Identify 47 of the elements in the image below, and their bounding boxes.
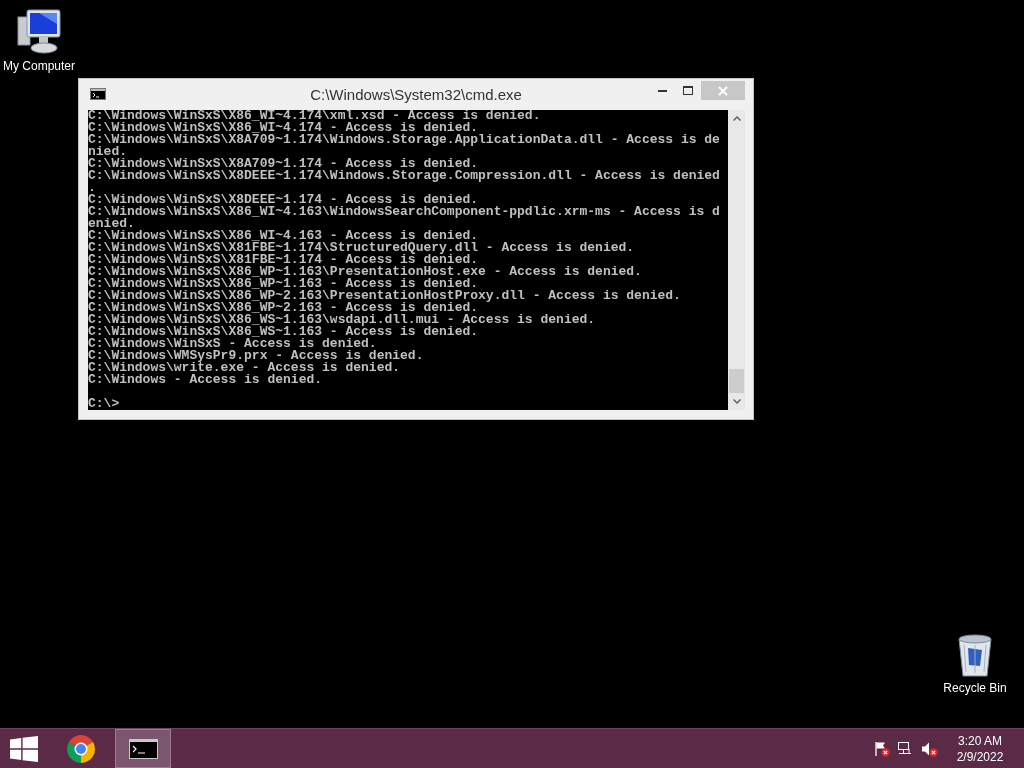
console-line: C:\Windows\WinSxS\X8DEEE~1.174\Windows.Storage.Compression.dll - Access is denied <box>88 170 721 182</box>
taskbar-app-button[interactable] <box>115 729 171 768</box>
console-prompt[interactable]: C:\> <box>88 398 728 410</box>
console-line: C:\Windows\WinSxS\X86_WP~2.163\PresentationHostProxy.dll - Access is denied. <box>88 290 682 302</box>
clock-time: 3:20 AM <box>958 732 1002 749</box>
console-line: C:\Windows\WinSxS\X86_WI~4.163 - Access is denied. <box>88 230 480 242</box>
clock-date: 2/9/2022 <box>956 748 1004 765</box>
window-title: C:\Windows\System32\cmd.exe <box>310 85 522 104</box>
console-line: C:\Windows\WMSysPr9.prx - Access is denied. <box>88 350 425 362</box>
console-line: C:\Windows - Access is denied. <box>88 374 324 386</box>
computer-icon[interactable] <box>17 9 61 55</box>
console-icon[interactable] <box>90 88 106 100</box>
console-line: C:\Windows\WinSxS - Access is denied. <box>88 338 377 350</box>
flag-icon[interactable] <box>873 740 890 757</box>
desktop-icon-label[interactable]: My Computer <box>3 59 75 73</box>
speaker-icon[interactable] <box>921 740 938 757</box>
console-line: C:\Windows\WinSxS\X86_WP~2.163 - Access is denied. <box>88 302 479 314</box>
console-line: C:\Windows\WinSxS\X8A709~1.174 - Access is denied. <box>88 158 479 170</box>
chevron-down-icon <box>732 399 741 404</box>
maximize-icon <box>683 86 693 95</box>
console-line: enied. <box>88 218 135 230</box>
minimize-icon <box>657 89 667 92</box>
console-line: C:\Windows\WinSxS\X81FBE~1.174\StructuredQuery.dll - Access is denied. <box>88 242 636 254</box>
start-logo-icon <box>10 735 38 762</box>
browser-logo-icon <box>66 733 96 764</box>
console-line: C:\Windows\WinSxS\X81FBE~1.174 - Access is denied. <box>88 254 479 266</box>
console-line: C:\Windows\write.exe - Access is denied. <box>88 362 402 374</box>
chevron-up-icon <box>732 116 741 121</box>
desktop-icon-label[interactable]: Recycle Bin <box>943 681 1007 695</box>
console-line: C:\Windows\WinSxS\X86_WS~1.163\wsdapi.dll.mui - Access is denied. <box>88 314 597 326</box>
console-line: nied. <box>88 146 127 158</box>
console-line: C:\Windows\WinSxS\X8DEEE~1.174 - Access is denied. <box>88 194 479 206</box>
clock[interactable]: 3:20 AM 2/9/2022 <box>948 732 1012 765</box>
network-icon[interactable] <box>897 740 914 757</box>
console-line: C:\Windows\WinSxS\X8A709~1.174\Windows.Storage.ApplicationData.dll - Access is de <box>88 134 721 146</box>
close-icon <box>718 85 728 96</box>
console-line: C:\Windows\WinSxS\X86_WS~1.163 - Access is denied. <box>88 326 480 338</box>
recycle-bin-icon[interactable] <box>956 631 994 677</box>
console-icon <box>128 738 158 759</box>
console-line: C:\Windows\WinSxS\X86_WP~1.163\PresentationHost.exe - Access is denied. <box>88 266 643 278</box>
console-line: C:\Windows\WinSxS\X86_WI~4.174\xml.xsd - Access is denied. <box>88 110 542 122</box>
scrollbar-thumb[interactable] <box>729 369 744 393</box>
console-line: C:\Windows\WinSxS\X86_WP~1.163 - Access is denied. <box>88 278 479 290</box>
console-line: C:\Windows\WinSxS\X86_WI~4.174 - Access is denied. <box>88 122 479 134</box>
console-line: C:\Windows\WinSxS\X86_WI~4.163\WindowsSearchComponent-ppdlic.xrm-ms - Access is d <box>88 206 721 218</box>
scrollbar[interactable] <box>728 110 745 410</box>
console-line: . <box>88 182 96 194</box>
